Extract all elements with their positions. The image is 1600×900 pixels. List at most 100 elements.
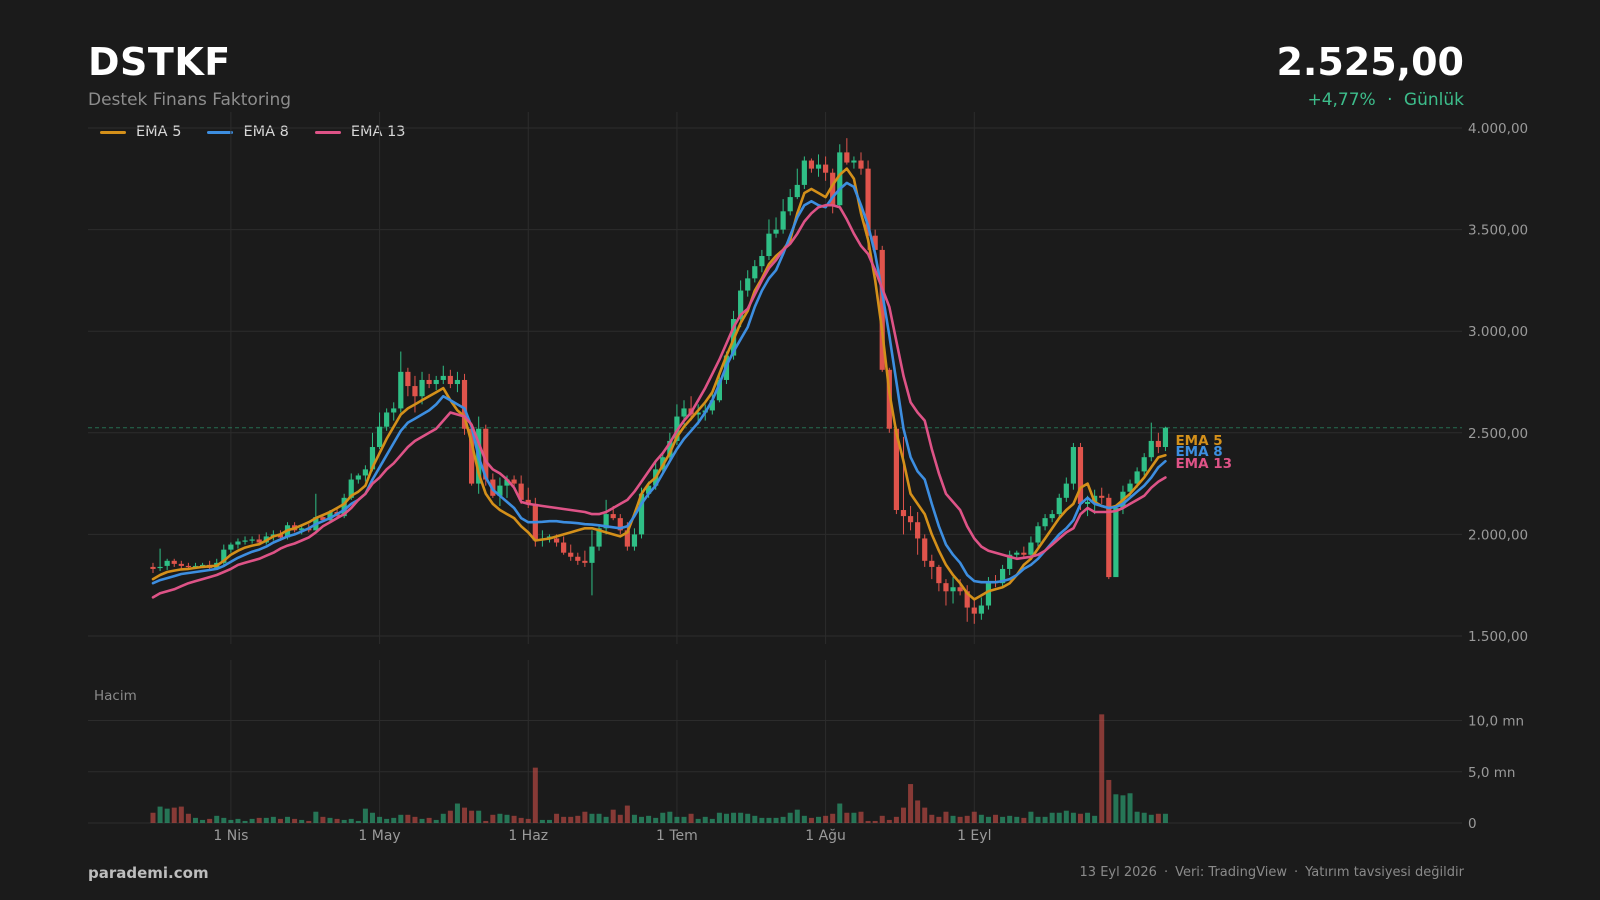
- volume-bar: [780, 816, 786, 823]
- candle-body: [915, 522, 921, 539]
- volume-bar: [525, 818, 531, 823]
- volume-bar: [207, 818, 213, 823]
- volume-bar: [624, 805, 630, 823]
- footer-source: Veri: TradingView: [1175, 865, 1287, 880]
- candle-body: [419, 379, 425, 397]
- volume-bar: [858, 811, 864, 823]
- candle-body: [1014, 552, 1020, 555]
- volume-bar: [872, 820, 878, 823]
- volume-bar: [985, 816, 991, 823]
- candle-body: [1021, 552, 1027, 555]
- candle-body: [766, 233, 772, 257]
- candle-body: [1035, 526, 1041, 543]
- candle-body: [454, 379, 461, 385]
- volume-bar: [582, 811, 588, 823]
- volume-bar: [405, 814, 411, 823]
- candle-body: [1049, 514, 1055, 519]
- candle-body: [851, 160, 857, 163]
- volume-bar: [646, 815, 652, 823]
- footer-date: 13 Eyl 2026: [1079, 865, 1157, 880]
- volume-bar: [731, 812, 737, 823]
- volume-bar: [1063, 810, 1069, 823]
- candle-body: [447, 375, 453, 385]
- volume-bar: [150, 812, 156, 823]
- volume-bar: [936, 816, 942, 823]
- candle-body: [426, 379, 432, 385]
- volume-bar: [454, 803, 460, 823]
- candle-body: [1155, 440, 1161, 448]
- volume-bar: [546, 819, 552, 823]
- volume-bar: [554, 813, 560, 823]
- volume-bar: [801, 815, 807, 823]
- candle-body: [1099, 495, 1105, 498]
- volume-bar: [1042, 816, 1048, 823]
- volume-bar: [865, 820, 871, 823]
- candle-body: [745, 278, 751, 291]
- volume-bar: [270, 816, 276, 823]
- volume-bar: [1000, 816, 1006, 823]
- candle-body: [1028, 542, 1034, 555]
- volume-bar: [469, 810, 475, 823]
- volume-bar: [497, 813, 503, 823]
- price-chart[interactable]: 1.500,00 2.000,00 2.500,00 3.000,00 3.500,00…: [0, 0, 1600, 900]
- volume-bar: [539, 819, 545, 823]
- volume-tick-label: 0: [1468, 816, 1477, 832]
- volume-bar: [398, 814, 404, 823]
- price-tick-label: 2.000,00: [1468, 527, 1528, 543]
- candle-body: [794, 184, 800, 198]
- volume-bar: [808, 817, 814, 823]
- volume-bar: [957, 816, 963, 823]
- volume-bar: [1162, 813, 1168, 823]
- volume-bar: [1099, 714, 1105, 823]
- volume-bar: [447, 810, 453, 823]
- volume-bar: [879, 815, 885, 823]
- volume-bar: [816, 816, 822, 823]
- x-tick-label: 1 Tem: [656, 828, 698, 844]
- volume-bar: [837, 803, 843, 823]
- volume-bar: [532, 767, 538, 823]
- volume-bar: [412, 816, 418, 823]
- volume-bar: [915, 800, 921, 823]
- volume-bar: [886, 819, 892, 823]
- footer-brand[interactable]: parademi.com: [88, 864, 209, 882]
- candle-body: [376, 426, 383, 448]
- volume-bar: [228, 819, 234, 823]
- volume-bar: [773, 817, 779, 823]
- candle-body: [391, 408, 397, 413]
- volume-bar: [617, 814, 623, 823]
- candle-body: [242, 540, 248, 542]
- candle-body: [398, 371, 404, 409]
- volume-bar: [908, 784, 914, 823]
- volume-bar: [900, 807, 906, 823]
- volume-bar: [242, 820, 248, 823]
- volume-bar: [568, 816, 574, 823]
- volume-bar: [993, 814, 999, 823]
- volume-bar: [794, 809, 800, 823]
- candle-body: [1162, 427, 1169, 448]
- volume-bar: [1148, 814, 1154, 823]
- candle-body: [362, 469, 368, 476]
- volume-bar: [384, 818, 390, 823]
- volume-tick-label: 10,0 mn: [1468, 714, 1524, 730]
- volume-bar: [787, 812, 793, 823]
- volume-bar: [723, 813, 729, 823]
- candle-body: [1148, 440, 1154, 458]
- volume-bar: [285, 816, 291, 823]
- volume-bar: [1077, 813, 1083, 823]
- volume-bar: [362, 808, 368, 823]
- volume-bar: [589, 813, 595, 823]
- volume-bar: [377, 816, 383, 823]
- candle-body: [433, 379, 439, 385]
- volume-bar: [674, 816, 680, 823]
- candle-body: [150, 566, 156, 569]
- volume-bar: [1070, 812, 1076, 823]
- candle-body: [235, 541, 241, 545]
- candle-body: [759, 256, 765, 267]
- candle-body: [568, 552, 574, 557]
- volume-bar: [341, 819, 347, 823]
- volume-bar: [1035, 816, 1041, 823]
- candle-body: [561, 542, 567, 553]
- volume-bar: [1056, 812, 1062, 823]
- price-tick-label: 2.500,00: [1468, 426, 1528, 442]
- volume-bar: [950, 815, 956, 823]
